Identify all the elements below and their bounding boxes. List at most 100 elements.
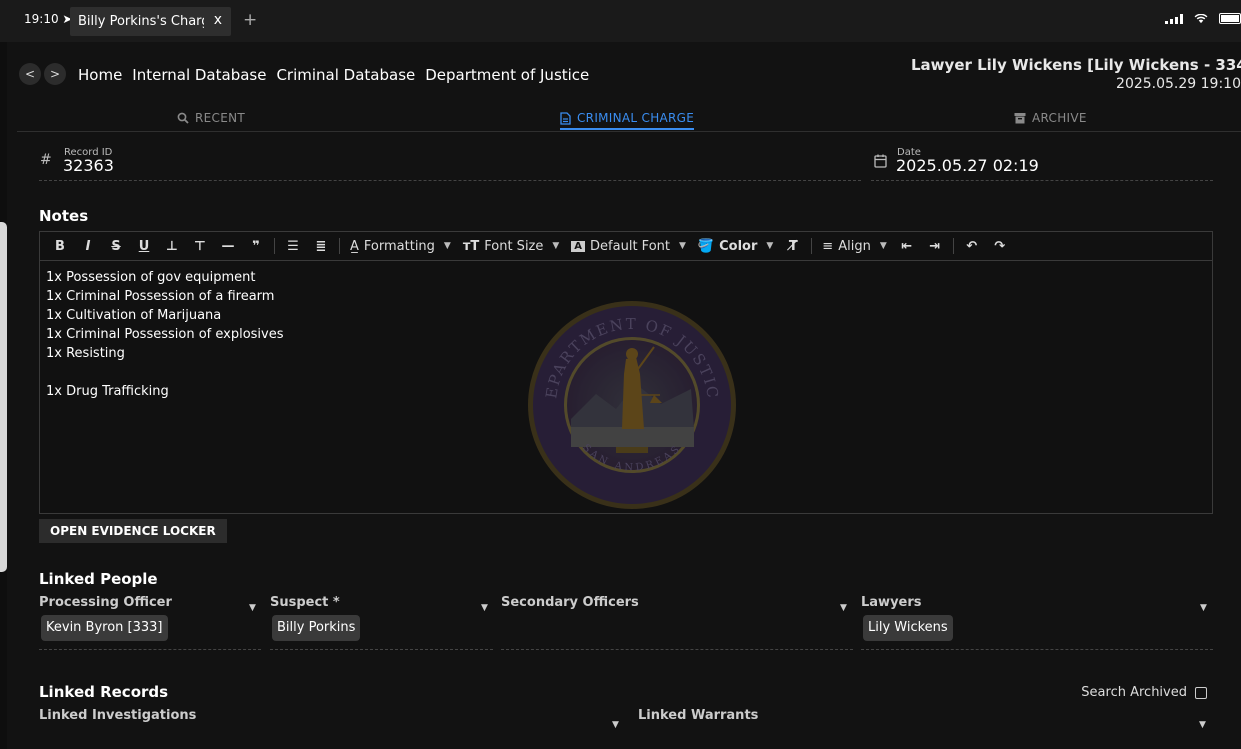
signal-icon xyxy=(1165,13,1183,24)
bullet-list-icon[interactable]: ☰ xyxy=(279,239,307,254)
processing-officer-field[interactable]: Processing Officer ▼ Kevin Byron [333] xyxy=(39,595,261,650)
back-button[interactable]: < xyxy=(19,63,41,85)
chevron-down-icon[interactable]: ▼ xyxy=(612,720,619,730)
note-line: 1x Possession of gov equipment xyxy=(46,270,256,285)
search-icon xyxy=(177,112,189,124)
text-format-icon: A̲ xyxy=(350,238,359,254)
field-underline xyxy=(501,649,853,650)
lawyers-field[interactable]: Lawyers ▼ Lily Wickens xyxy=(861,595,1213,650)
tab-archive[interactable]: ARCHIVE xyxy=(1014,111,1087,125)
font-size-icon: ᴛT xyxy=(462,238,480,254)
archive-icon xyxy=(1014,113,1026,124)
paint-bucket-icon: 🪣 xyxy=(697,238,715,254)
tab-title: Billy Porkins's Charge xyxy=(78,14,204,29)
strikethrough-icon[interactable]: S xyxy=(102,239,130,254)
user-info: Lawyer Lily Wickens [Lily Wickens - 3347… xyxy=(911,56,1241,92)
breadcrumb-home[interactable]: Home xyxy=(78,66,122,84)
toolbar-divider xyxy=(339,238,340,254)
browser-tab[interactable]: Billy Porkins's Charge x xyxy=(70,7,231,36)
open-evidence-locker-button[interactable]: OPEN EVIDENCE LOCKER xyxy=(39,519,227,543)
suspect-label: Suspect * xyxy=(270,595,340,610)
quote-icon[interactable]: ❞ xyxy=(242,239,270,254)
clock: 19:10 ➤ xyxy=(24,12,73,26)
chevron-down-icon[interactable]: ▼ xyxy=(840,603,847,613)
chevron-down-icon: ▼ xyxy=(552,241,560,251)
browser-top-bar: 19:10 ➤ Billy Porkins's Charge x + xyxy=(0,0,1241,42)
redo-icon[interactable]: ↷ xyxy=(986,239,1014,254)
horizontal-rule-icon[interactable]: — xyxy=(214,239,242,254)
calendar-icon xyxy=(874,154,887,168)
suspect-chip[interactable]: Billy Porkins xyxy=(272,615,361,641)
date-underline xyxy=(871,180,1213,181)
italic-icon[interactable]: I xyxy=(74,239,102,254)
side-drawer-handle[interactable] xyxy=(0,222,7,572)
new-tab-button[interactable]: + xyxy=(243,10,257,30)
numbered-list-icon[interactable]: ≣ xyxy=(307,239,335,254)
linked-records-title: Linked Records xyxy=(39,683,169,701)
breadcrumb: Home Internal Database Criminal Database… xyxy=(78,66,589,84)
linked-warrants-label[interactable]: Linked Warrants xyxy=(638,708,758,723)
field-underline xyxy=(39,649,261,650)
chevron-down-icon: ▼ xyxy=(678,241,686,251)
bold-icon[interactable]: B xyxy=(46,239,74,254)
color-dropdown[interactable]: 🪣 Color ▼ xyxy=(692,239,779,254)
subscript-icon[interactable]: ⊥ xyxy=(158,239,186,254)
tab-criminal-charge[interactable]: CRIMINAL CHARGE xyxy=(560,111,695,130)
chevron-down-icon: ▼ xyxy=(443,241,451,251)
suspect-field[interactable]: Suspect * ▼ Billy Porkins xyxy=(270,595,493,650)
record-id-underline xyxy=(39,180,861,181)
breadcrumb-criminal-database[interactable]: Criminal Database xyxy=(276,66,415,84)
search-archived-label: Search Archived xyxy=(1081,685,1187,700)
font-family-dropdown[interactable]: A Default Font ▼ xyxy=(565,239,692,254)
undo-icon[interactable]: ↶ xyxy=(958,239,986,254)
font-size-dropdown[interactable]: ᴛT Font Size ▼ xyxy=(457,239,565,254)
clear-format-icon[interactable]: T̸ xyxy=(779,239,807,254)
linked-people-title: Linked People xyxy=(39,570,158,588)
align-left-icon: ≡ xyxy=(822,238,834,254)
chevron-down-icon[interactable]: ▼ xyxy=(1199,720,1206,730)
battery-icon xyxy=(1219,13,1241,24)
font-icon: A xyxy=(571,240,586,252)
search-archived-toggle[interactable]: Search Archived xyxy=(1081,685,1207,700)
date-value[interactable]: 2025.05.27 02:19 xyxy=(896,156,1039,175)
notes-editor: B I S U ⊥ ⊤ — ❞ ☰ ≣ A̲ Formatting ▼ ᴛT F… xyxy=(39,231,1213,514)
hash-icon: # xyxy=(40,152,52,168)
record-id-value[interactable]: 32363 xyxy=(63,156,114,175)
secondary-officers-field[interactable]: Secondary Officers ▼ xyxy=(501,595,853,650)
chevron-down-icon[interactable]: ▼ xyxy=(1200,603,1207,613)
chevron-down-icon: ▼ xyxy=(879,241,887,251)
toolbar-divider xyxy=(274,238,275,254)
section-tabs: RECENT CRIMINAL CHARGE ARCHIVE xyxy=(17,109,1241,132)
forward-button[interactable]: > xyxy=(44,63,66,85)
field-underline xyxy=(270,649,493,650)
search-archived-checkbox[interactable] xyxy=(1195,686,1207,699)
system-icons xyxy=(1165,13,1241,24)
underline-icon[interactable]: U xyxy=(130,239,158,254)
outdent-icon[interactable]: ⇤ xyxy=(893,239,921,254)
processing-officer-chip[interactable]: Kevin Byron [333] xyxy=(41,615,168,641)
align-dropdown[interactable]: ≡ Align ▼ xyxy=(816,239,892,254)
tab-recent[interactable]: RECENT xyxy=(177,111,245,125)
breadcrumb-department-of-justice[interactable]: Department of Justice xyxy=(425,66,589,84)
editor-toolbar: B I S U ⊥ ⊤ — ❞ ☰ ≣ A̲ Formatting ▼ ᴛT F… xyxy=(40,232,1212,261)
linked-investigations-label[interactable]: Linked Investigations xyxy=(39,708,196,723)
wifi-icon xyxy=(1194,13,1208,23)
toolbar-divider xyxy=(811,238,813,254)
lawyer-chip[interactable]: Lily Wickens xyxy=(863,615,953,641)
department-of-justice-seal: DEPARTMENT OF JUSTICE SAN ANDREAS xyxy=(526,299,736,509)
notes-content[interactable]: DEPARTMENT OF JUSTICE SAN ANDREAS 1x Pos… xyxy=(40,261,1212,513)
document-icon xyxy=(560,111,571,125)
indent-icon[interactable]: ⇥ xyxy=(921,239,949,254)
tab-close-button[interactable]: x xyxy=(214,12,222,28)
superscript-icon[interactable]: ⊤ xyxy=(186,239,214,254)
current-datetime: 2025.05.29 19:10 xyxy=(1116,76,1241,92)
breadcrumb-internal-database[interactable]: Internal Database xyxy=(132,66,266,84)
notes-title: Notes xyxy=(39,207,89,225)
secondary-officers-label: Secondary Officers xyxy=(501,595,639,610)
chevron-down-icon[interactable]: ▼ xyxy=(481,603,488,613)
field-underline xyxy=(861,649,1213,650)
processing-officer-label: Processing Officer xyxy=(39,595,172,610)
chevron-down-icon[interactable]: ▼ xyxy=(249,603,256,613)
formatting-dropdown[interactable]: A̲ Formatting ▼ xyxy=(344,239,457,254)
lawyers-label: Lawyers xyxy=(861,595,922,610)
